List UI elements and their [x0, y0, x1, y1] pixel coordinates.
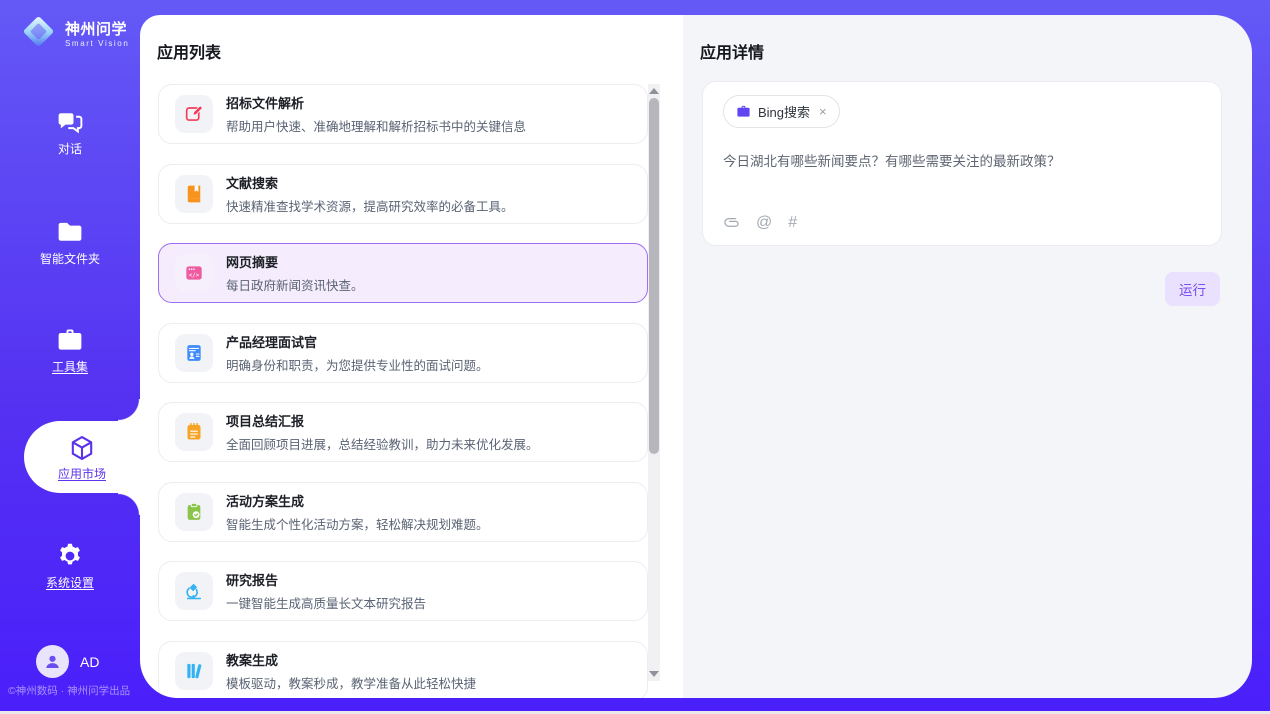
app-name: 网页摘要 [226, 252, 364, 271]
run-button[interactable]: 运行 [1165, 272, 1220, 306]
app-card-text: 活动方案生成智能生成个性化活动方案，轻松解决规划难题。 [226, 491, 489, 533]
app-card-list: 招标文件解析帮助用户快速、准确地理解和解析招标书中的关键信息文献搜索快速精准查找… [158, 84, 648, 698]
tag-close-icon[interactable]: × [819, 104, 827, 119]
app-description: 快速精准查找学术资源，提高研究效率的必备工具。 [226, 196, 514, 215]
app-detail-title: 应用详情 [700, 39, 764, 63]
app-detail-pane: 应用详情 Bing搜索 × 今日湖北有哪些新闻要点？有哪些需要关注的最新政策？ … [683, 15, 1252, 698]
scroll-up-arrow-icon[interactable] [649, 88, 659, 94]
app-card[interactable]: </> 网页摘要每日政府新闻资讯快查。 [158, 243, 648, 303]
app-name: 文献搜索 [226, 173, 514, 192]
attachment-toolbar: @# [723, 214, 797, 231]
logo-title: 神州问学 [65, 21, 129, 38]
tab-curve-bottom [118, 493, 140, 515]
app-card-text: 研究报告一键智能生成高质量长文本研究报告 [226, 570, 426, 612]
sidebar-item-toolset[interactable]: 工具集 [0, 326, 140, 374]
scrollbar[interactable] [648, 84, 660, 681]
app-description: 全面回顾项目进展，总结经验教训，助力未来优化发展。 [226, 434, 539, 453]
prompt-card: Bing搜索 × 今日湖北有哪些新闻要点？有哪些需要关注的最新政策？ @# [702, 81, 1222, 246]
app-description: 帮助用户快速、准确地理解和解析招标书中的关键信息 [226, 116, 526, 135]
app-description: 智能生成个性化活动方案，轻松解决规划难题。 [226, 514, 489, 533]
app-card-text: 项目总结汇报全面回顾项目进展，总结经验教训，助力未来优化发展。 [226, 411, 539, 453]
app-name: 项目总结汇报 [226, 411, 539, 430]
tool-tag-label: Bing搜索 [758, 102, 810, 121]
app-description: 一键智能生成高质量长文本研究报告 [226, 593, 426, 612]
sidebar-item-app-market[interactable]: 应用市场 [24, 421, 140, 493]
app-list-title: 应用列表 [157, 39, 221, 63]
app-name: 活动方案生成 [226, 491, 489, 510]
prompt-input[interactable]: 今日湖北有哪些新闻要点？有哪些需要关注的最新政策？ [723, 150, 1201, 170]
app-card-text: 网页摘要每日政府新闻资讯快查。 [226, 252, 364, 294]
sidebar-item-label: 对话 [58, 142, 82, 156]
briefcase-icon [736, 104, 751, 119]
logo-subtitle: Smart Vision [65, 39, 129, 48]
app-description: 模板驱动，教案秒成，教学准备从此轻松快捷 [226, 673, 476, 692]
app-card-text: 产品经理面试官明确身份和职责，为您提供专业性的面试问题。 [226, 332, 489, 374]
logo-diamond-icon [20, 13, 57, 55]
tab-curve-top [118, 399, 140, 421]
main-panel: 应用列表 招标文件解析帮助用户快速、准确地理解和解析招标书中的关键信息文献搜索快… [140, 15, 1252, 698]
gear-icon [56, 542, 84, 570]
tool-tag[interactable]: Bing搜索 × [723, 95, 840, 128]
app-description: 每日政府新闻资讯快查。 [226, 275, 364, 294]
hash-icon[interactable]: # [788, 214, 797, 231]
mention-icon[interactable]: @ [756, 214, 772, 231]
books-icon [175, 652, 213, 690]
notepad-icon [175, 413, 213, 451]
sidebar-item-smart-folder[interactable]: 智能文件夹 [0, 218, 140, 266]
cube-icon [68, 434, 96, 462]
app-name: 产品经理面试官 [226, 332, 489, 351]
folder-icon [56, 218, 84, 246]
app-logo: 神州问学 Smart Vision [20, 13, 129, 55]
sidebar-item-chat[interactable]: 对话 [0, 108, 140, 156]
sidebar: 神州问学 Smart Vision 对话智能文件夹工具集应用市场系统设置 AD … [0, 0, 140, 714]
app-card[interactable]: 产品经理面试官明确身份和职责，为您提供专业性的面试问题。 [158, 323, 648, 383]
sidebar-item-label: 应用市场 [58, 467, 106, 481]
copyright: ©神州数码 · 神州问学出品 [8, 683, 130, 698]
sidebar-item-settings[interactable]: 系统设置 [0, 542, 140, 590]
app-frame: 神州问学 Smart Vision 对话智能文件夹工具集应用市场系统设置 AD … [0, 0, 1270, 714]
app-card[interactable]: 活动方案生成智能生成个性化活动方案，轻松解决规划难题。 [158, 482, 648, 542]
app-card[interactable]: 文献搜索快速精准查找学术资源，提高研究效率的必备工具。 [158, 164, 648, 224]
browser-code-icon: </> [175, 254, 213, 292]
app-name: 招标文件解析 [226, 93, 526, 112]
sidebar-item-label: 系统设置 [46, 576, 94, 590]
svg-text:</>: </> [189, 273, 200, 279]
user-label: AD [80, 654, 99, 670]
microscope-icon [175, 572, 213, 610]
logo-text: 神州问学 Smart Vision [65, 21, 129, 48]
app-card[interactable]: 研究报告一键智能生成高质量长文本研究报告 [158, 561, 648, 621]
app-card-text: 教案生成模板驱动，教案秒成，教学准备从此轻松快捷 [226, 650, 476, 692]
sidebar-item-label: 智能文件夹 [40, 252, 100, 266]
scrollbar-thumb[interactable] [649, 98, 659, 454]
paperclip-icon[interactable] [723, 214, 740, 231]
book-icon [175, 175, 213, 213]
app-description: 明确身份和职责，为您提供专业性的面试问题。 [226, 355, 489, 374]
clipboard-check-icon [175, 493, 213, 531]
app-name: 研究报告 [226, 570, 426, 589]
scroll-down-arrow-icon[interactable] [649, 671, 659, 677]
app-list-pane: 应用列表 招标文件解析帮助用户快速、准确地理解和解析招标书中的关键信息文献搜索快… [140, 15, 683, 698]
app-card[interactable]: 项目总结汇报全面回顾项目进展，总结经验教训，助力未来优化发展。 [158, 402, 648, 462]
app-card[interactable]: 招标文件解析帮助用户快速、准确地理解和解析招标书中的关键信息 [158, 84, 648, 144]
chat-icon [56, 108, 84, 136]
app-card-text: 文献搜索快速精准查找学术资源，提高研究效率的必备工具。 [226, 173, 514, 215]
app-card-text: 招标文件解析帮助用户快速、准确地理解和解析招标书中的关键信息 [226, 93, 526, 135]
doc-person-icon [175, 334, 213, 372]
app-card[interactable]: 教案生成模板驱动，教案秒成，教学准备从此轻松快捷 [158, 641, 648, 699]
app-name: 教案生成 [226, 650, 476, 669]
edit-square-icon [175, 95, 213, 133]
user-account-button[interactable]: AD [36, 645, 99, 678]
toolbox-icon [56, 326, 84, 354]
sidebar-item-label: 工具集 [52, 360, 88, 374]
avatar [36, 645, 69, 678]
